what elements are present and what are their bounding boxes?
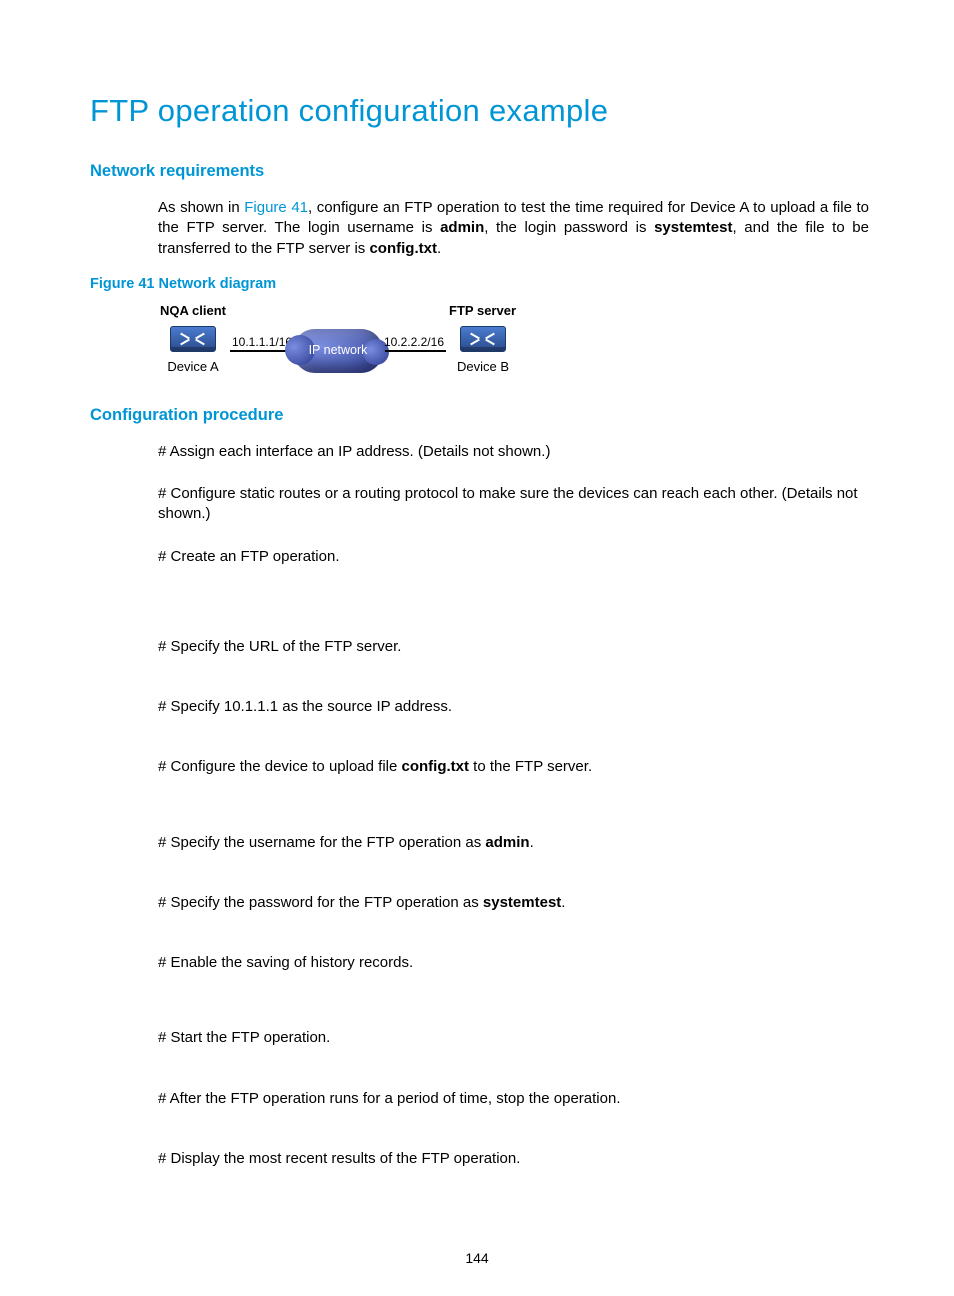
text: # Configure the device to upload file (158, 758, 402, 775)
step: # Enable the saving of history records. (158, 953, 869, 973)
page-number: 144 (0, 1249, 954, 1268)
network-diagram: NQA client FTP server Device A 10.1.1.1/… (158, 302, 518, 375)
step: # Start the FTP operation. (158, 1028, 869, 1048)
step: # Create an FTP operation. (158, 547, 869, 567)
text: . (561, 894, 565, 911)
text: . (530, 834, 534, 851)
figure-link[interactable]: Figure 41 (244, 199, 308, 216)
bold-filename: config.txt (402, 758, 470, 775)
text: to the FTP server. (469, 758, 592, 775)
bold-username: admin (485, 834, 529, 851)
step: # Configure static routes or a routing p… (158, 484, 869, 525)
page-title: FTP operation configuration example (90, 90, 869, 132)
text: # Specify the password for the FTP opera… (158, 894, 483, 911)
text: # Specify the username for the FTP opera… (158, 834, 485, 851)
heading-network-requirements: Network requirements (90, 160, 869, 182)
step: # Specify the username for the FTP opera… (158, 833, 869, 853)
text: , the login password is (484, 219, 654, 236)
bold-password: systemtest (654, 219, 732, 236)
bold-filename: config.txt (369, 240, 437, 257)
step: # Configure the device to upload file co… (158, 757, 869, 777)
step: # Specify the password for the FTP opera… (158, 893, 869, 913)
step: # Display the most recent results of the… (158, 1149, 869, 1169)
switch-icon (170, 326, 216, 352)
text: As shown in (158, 199, 244, 216)
bold-username: admin (440, 219, 484, 236)
link-line: 10.1.1.1/16 (230, 350, 291, 352)
bold-password: systemtest (483, 894, 561, 911)
step: # Specify the URL of the FTP server. (158, 637, 869, 657)
cloud-label: IP network (309, 342, 368, 359)
requirements-paragraph: As shown in Figure 41, configure an FTP … (158, 198, 869, 259)
link-line: 10.2.2.2/16 (385, 350, 446, 352)
step: # Assign each interface an IP address. (… (158, 442, 869, 462)
label-device-a: Device A (167, 358, 218, 376)
switch-icon (460, 326, 506, 352)
ip-right: 10.2.2.2/16 (384, 334, 444, 350)
step: # After the FTP operation runs for a per… (158, 1089, 869, 1109)
text: . (437, 240, 441, 257)
label-nqa-client: NQA client (160, 302, 226, 320)
ip-left: 10.1.1.1/16 (232, 334, 292, 350)
step: # Specify 10.1.1.1 as the source IP addr… (158, 697, 869, 717)
label-ftp-server: FTP server (449, 302, 516, 320)
figure-caption: Figure 41 Network diagram (90, 275, 869, 295)
heading-configuration-procedure: Configuration procedure (90, 404, 869, 426)
label-device-b: Device B (457, 358, 509, 376)
cloud-icon: IP network (293, 329, 383, 373)
